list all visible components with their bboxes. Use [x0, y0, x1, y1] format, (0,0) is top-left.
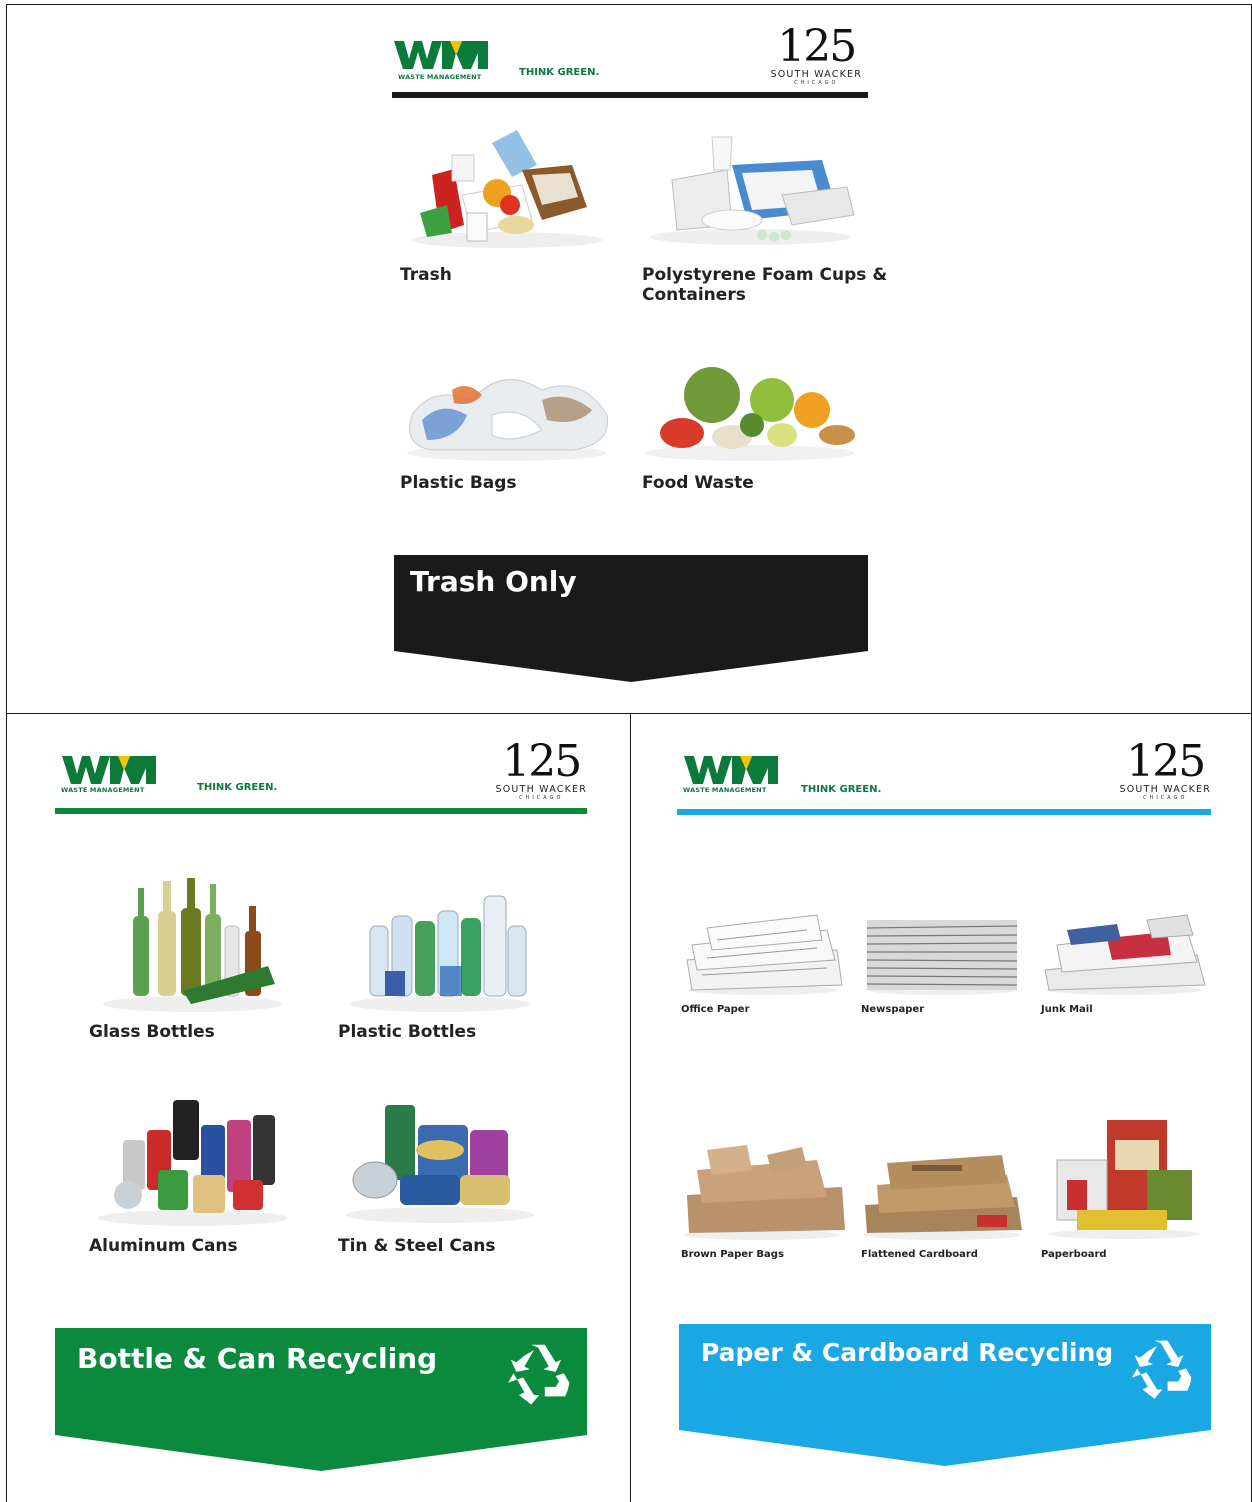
- trash-only-banner: Trash Only: [394, 555, 868, 682]
- trash-sign-panel: WASTE MANAGEMENT THINK GREEN. 125 SOUTH …: [6, 4, 1252, 715]
- recycle-icon: [1131, 1340, 1192, 1402]
- wm-logo-icon: [62, 756, 156, 784]
- wm-logo-icon: [394, 41, 488, 69]
- category-junk-mail: Junk Mail: [1037, 900, 1211, 1030]
- category-plastic-bags: Plastic Bags: [392, 345, 622, 515]
- category-tin-steel-cans: Tin & Steel Cans: [330, 1080, 550, 1260]
- category-label: Paperboard: [1041, 1249, 1107, 1260]
- category-label: Glass Bottles: [89, 1022, 215, 1042]
- building-number: 125: [777, 21, 857, 72]
- building-city: CHICAGO: [519, 795, 564, 801]
- wm-subtitle: WASTE MANAGEMENT: [683, 786, 767, 794]
- cardboard-icon: [864, 1155, 1022, 1240]
- category-label-line1: Polystyrene Foam Cups &: [642, 265, 888, 285]
- sign-header: WASTE MANAGEMENT THINK GREEN. 125 SOUTH …: [677, 740, 1211, 820]
- aluminum-cans-icon: [98, 1100, 288, 1226]
- category-flattened-cardboard: Flattened Cardboard: [857, 1135, 1027, 1275]
- category-label: Brown Paper Bags: [681, 1249, 784, 1260]
- header-rule: [392, 92, 868, 98]
- foam-containers-icon: [650, 136, 855, 245]
- banner-title: Paper & Cardboard Recycling: [701, 1338, 1114, 1367]
- building-number: 125: [1126, 736, 1206, 787]
- category-label: Food Waste: [642, 473, 754, 493]
- building-logo: 125 SOUTH WACKER CHICAGO: [1120, 740, 1212, 802]
- category-label: Tin & Steel Cans: [338, 1236, 496, 1256]
- banner-title: Trash Only: [410, 565, 577, 598]
- category-glass-bottles: Glass Bottles: [83, 866, 303, 1046]
- food-waste-icon: [645, 367, 855, 461]
- category-label: Flattened Cardboard: [861, 1249, 978, 1260]
- category-trash: Trash: [392, 125, 622, 295]
- category-label: Aluminum Cans: [89, 1236, 238, 1256]
- category-office-paper: Office Paper: [677, 900, 847, 1030]
- bottle-can-banner: Bottle & Can Recycling: [55, 1328, 587, 1471]
- think-green-slogan: THINK GREEN.: [519, 67, 600, 78]
- category-label: Plastic Bottles: [338, 1022, 477, 1042]
- building-street: SOUTH WACKER: [495, 784, 587, 795]
- paper-sign: WASTE MANAGEMENT THINK GREEN. 125 SOUTH …: [677, 740, 1211, 1480]
- category-plastic-bottles: Plastic Bottles: [330, 866, 550, 1046]
- header-rule: [55, 808, 587, 814]
- category-label: Plastic Bags: [400, 473, 517, 493]
- category-label: Newspaper: [861, 1004, 925, 1015]
- banner-title: Bottle & Can Recycling: [77, 1342, 438, 1375]
- category-label: Trash: [400, 265, 452, 285]
- wm-subtitle: WASTE MANAGEMENT: [398, 73, 482, 81]
- building-city: CHICAGO: [1143, 795, 1188, 801]
- think-green-slogan: THINK GREEN.: [197, 782, 278, 793]
- newspaper-icon: [866, 920, 1018, 995]
- sign-header: WASTE MANAGEMENT THINK GREEN. 125 SOUTH …: [392, 25, 868, 105]
- recycle-icon: [508, 1344, 570, 1408]
- think-green-slogan: THINK GREEN.: [801, 784, 882, 795]
- header-rule: [677, 809, 1211, 815]
- building-logo: 125 SOUTH WACKER CHICAGO: [496, 740, 588, 802]
- mixed-trash-icon: [412, 130, 602, 248]
- building-street: SOUTH WACKER: [1119, 784, 1211, 795]
- category-food-waste: Food Waste: [632, 345, 868, 515]
- category-label: Polystyrene Foam Cups & Containers: [642, 265, 887, 305]
- paper-bags-icon: [684, 1145, 845, 1240]
- plastic-bags-icon: [407, 379, 609, 461]
- wm-logo-icon: [684, 756, 778, 784]
- tin-cans-icon: [345, 1105, 535, 1223]
- office-paper-icon: [686, 914, 843, 995]
- bottle-can-sign: WASTE MANAGEMENT THINK GREEN. 125 SOUTH …: [55, 740, 587, 1480]
- building-number: 125: [502, 736, 582, 787]
- junk-mail-icon: [1044, 914, 1206, 995]
- category-label: Office Paper: [681, 1004, 750, 1015]
- category-label: Junk Mail: [1041, 1004, 1093, 1015]
- category-brown-paper-bags: Brown Paper Bags: [677, 1135, 847, 1275]
- bottle-can-sign-panel: WASTE MANAGEMENT THINK GREEN. 125 SOUTH …: [6, 713, 632, 1502]
- paper-banner: Paper & Cardboard Recycling: [679, 1324, 1211, 1466]
- category-paperboard: Paperboard: [1037, 1110, 1211, 1275]
- paperboard-icon: [1049, 1120, 1199, 1239]
- category-newspaper: Newspaper: [857, 900, 1027, 1030]
- plastic-bottles-icon: [350, 895, 530, 1012]
- category-foam: Polystyrene Foam Cups & Containers: [632, 125, 887, 315]
- glass-bottles-icon: [103, 878, 283, 1012]
- building-logo: 125 SOUTH WACKER CHICAGO: [771, 25, 863, 87]
- category-label-line2: Containers: [642, 285, 746, 305]
- wm-subtitle: WASTE MANAGEMENT: [61, 786, 145, 794]
- sign-header: WASTE MANAGEMENT THINK GREEN. 125 SOUTH …: [55, 740, 587, 820]
- trash-sign: WASTE MANAGEMENT THINK GREEN. 125 SOUTH …: [392, 25, 887, 705]
- building-street: SOUTH WACKER: [770, 69, 862, 80]
- building-city: CHICAGO: [794, 80, 839, 86]
- paper-sign-panel: WASTE MANAGEMENT THINK GREEN. 125 SOUTH …: [630, 713, 1252, 1502]
- category-aluminum-cans: Aluminum Cans: [83, 1080, 303, 1260]
